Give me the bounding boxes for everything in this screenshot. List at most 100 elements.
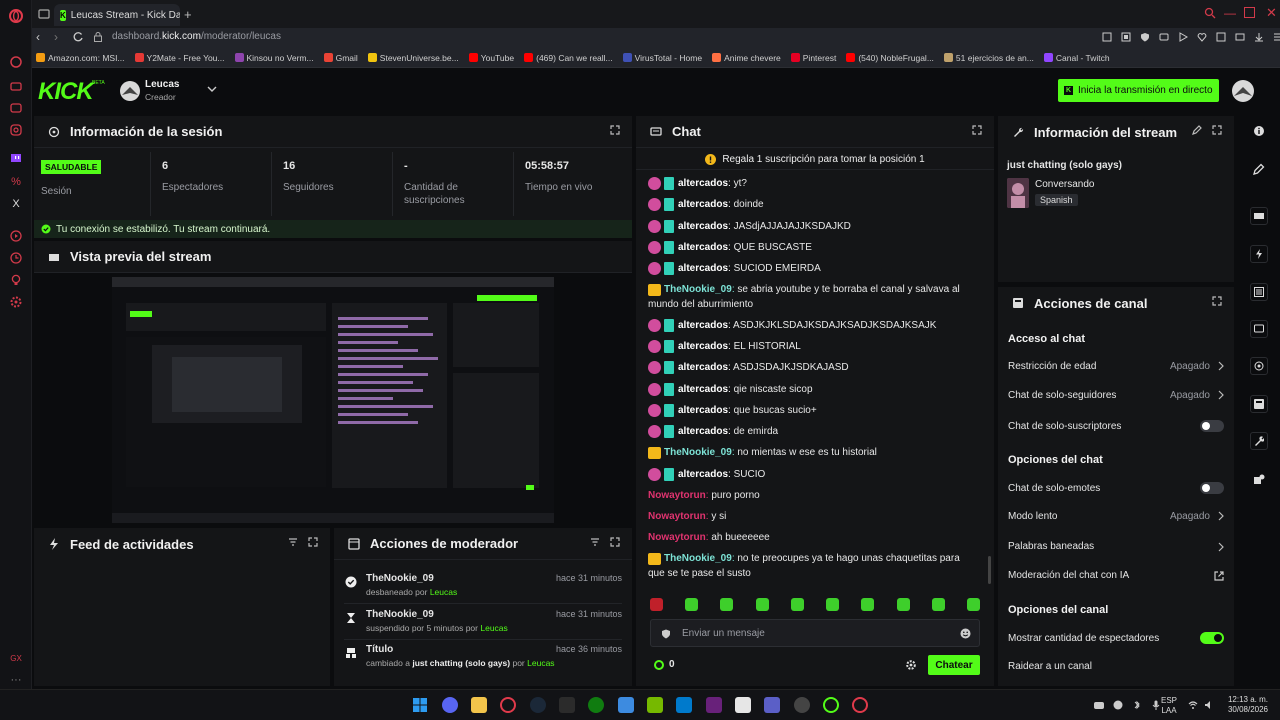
chat-username[interactable]: TheNookie_09	[664, 447, 732, 458]
emote-icon[interactable]	[685, 598, 699, 611]
chat-message[interactable]: altercados: EL HISTORIAL	[648, 339, 976, 354]
visual-studio-icon[interactable]	[706, 697, 722, 713]
bookmark-item[interactable]: YouTube	[468, 53, 514, 63]
epic-games-icon[interactable]	[559, 697, 575, 713]
emote-icon[interactable]	[720, 598, 734, 611]
emoji-icon[interactable]	[960, 628, 971, 639]
ai-moderation-row[interactable]: Moderación del chat con IA	[1008, 570, 1224, 581]
chat-username[interactable]: Nowaytorun	[648, 511, 706, 522]
emote-icon[interactable]	[931, 598, 945, 611]
gear-icon[interactable]	[906, 660, 916, 670]
bookmark-item[interactable]: (469) Can we reall...	[524, 53, 613, 63]
emote-icon[interactable]	[650, 598, 663, 611]
tab-menu-icon[interactable]	[38, 8, 50, 20]
emote-icon[interactable]	[966, 598, 980, 611]
chat-username[interactable]: altercados	[678, 341, 728, 352]
search-tabs-icon[interactable]	[1204, 7, 1216, 19]
chat-message[interactable]: altercados: SUCIOD EMEIRDA	[648, 261, 976, 276]
video-icon[interactable]	[1250, 207, 1268, 225]
chat-username[interactable]: altercados	[678, 426, 728, 437]
chevron-down-icon[interactable]	[207, 84, 217, 94]
messenger-icon[interactable]	[8, 100, 24, 116]
expand-icon[interactable]	[972, 125, 982, 135]
edit-icon[interactable]	[1250, 160, 1268, 178]
chat-username[interactable]: altercados	[678, 405, 728, 416]
xbox-icon[interactable]	[588, 697, 604, 713]
chat-message[interactable]: altercados: que bsucas sucio+	[648, 403, 976, 418]
chat-message[interactable]: altercados: ASDJSDAJKJSDKAJASD	[648, 360, 976, 375]
forward-icon[interactable]: ›	[54, 30, 58, 44]
banned-words-row[interactable]: Palabras baneadas	[1008, 541, 1224, 552]
opera-logo-icon[interactable]	[8, 8, 24, 24]
emote-icon[interactable]	[790, 598, 804, 611]
chat-message[interactable]: TheNookie_09: se abria youtube y te borr…	[648, 282, 976, 312]
opera-gx-icon[interactable]	[500, 697, 516, 713]
extensions-icon[interactable]	[1216, 32, 1226, 42]
download-icon[interactable]	[1254, 32, 1264, 42]
maximize-icon[interactable]	[1244, 7, 1255, 18]
pinned-banner[interactable]: Regala 1 suscripción para tomar la posic…	[636, 150, 994, 170]
raid-row[interactable]: Raidear a un canal	[1008, 661, 1224, 672]
url-field[interactable]: dashboard.kick.com/moderator/leucas	[112, 31, 281, 42]
x-twitter-icon[interactable]: X	[8, 196, 24, 212]
bookmark-item[interactable]: Y2Mate - Free You...	[134, 53, 225, 63]
bookmark-item[interactable]: StevenUniverse.be...	[367, 53, 459, 63]
chat-message[interactable]: altercados: QUE BUSCASTE	[648, 240, 976, 255]
menu-icon[interactable]	[1273, 32, 1280, 42]
chat-username[interactable]: TheNookie_09	[664, 284, 732, 295]
expand-icon[interactable]	[308, 537, 318, 547]
emote-icon[interactable]	[755, 598, 769, 611]
opera-gx-active-icon[interactable]	[852, 697, 868, 713]
chat-username[interactable]: Nowaytorun	[648, 532, 706, 543]
list-icon[interactable]	[1250, 283, 1268, 301]
chat-message[interactable]: altercados: yt?	[648, 176, 976, 191]
chat-scrollbar[interactable]	[988, 556, 991, 584]
stream-video[interactable]	[112, 277, 554, 523]
chat-message[interactable]: altercados: JASdjAJJAJAJJKSDAJKD	[648, 219, 976, 234]
chat-username[interactable]: altercados	[678, 263, 728, 274]
wrench-icon[interactable]	[1250, 432, 1268, 450]
chat-username[interactable]: altercados	[678, 469, 728, 480]
profile-avatar[interactable]	[1232, 80, 1254, 102]
vscode-icon[interactable]	[676, 697, 692, 713]
chat-username[interactable]: altercados	[678, 221, 728, 232]
bookmark-item[interactable]: Anime chevere	[712, 53, 781, 63]
instagram-icon[interactable]	[8, 122, 24, 138]
mod-action-by[interactable]: Leucas	[527, 658, 554, 668]
bolt-icon[interactable]	[1250, 245, 1268, 263]
followers-only-row[interactable]: Chat de solo-seguidores Apagado	[1008, 390, 1224, 401]
info-icon[interactable]	[1250, 122, 1268, 140]
bookmark-item[interactable]: (540) NobleFrugal...	[846, 53, 934, 63]
kick-logo[interactable]: KICK BETA	[38, 78, 105, 106]
shield-icon[interactable]	[1140, 32, 1150, 42]
player-icon[interactable]	[8, 228, 24, 244]
subs-only-toggle[interactable]	[1200, 420, 1224, 432]
mod-action-user[interactable]: TheNookie_09	[366, 573, 434, 584]
filter-icon[interactable]	[288, 537, 298, 547]
filter-icon[interactable]	[590, 537, 600, 547]
reload-icon[interactable]	[72, 31, 84, 43]
tab-kick-dashboard[interactable]: K Leucas Stream - Kick Dashb	[54, 4, 180, 26]
chat-message[interactable]: Nowaytorun: y si	[648, 509, 976, 524]
age-restriction-row[interactable]: Restricción de edad Apagado	[1008, 361, 1224, 372]
history-icon[interactable]	[8, 250, 24, 266]
chat-username[interactable]: altercados	[678, 242, 728, 253]
emote-icon[interactable]	[896, 598, 910, 611]
go-live-button[interactable]: K Inicia la transmisión en directo	[1058, 79, 1219, 102]
target-icon[interactable]	[1250, 357, 1268, 375]
emotes-only-toggle[interactable]	[1200, 482, 1224, 494]
feed-icon[interactable]: GX	[8, 650, 24, 666]
chat-message[interactable]: altercados: ASDJKJKLSDAJKSDAJKSADJKSDAJK…	[648, 318, 976, 333]
chat-message[interactable]: altercados: qie niscaste sicop	[648, 382, 976, 397]
send-chat-button[interactable]: Chatear	[928, 655, 980, 675]
mod-action-by[interactable]: Leucas	[430, 587, 457, 597]
chat-icon[interactable]	[1250, 320, 1268, 338]
chat-message[interactable]: altercados: de emirda	[648, 424, 976, 439]
expand-icon[interactable]	[1212, 125, 1222, 135]
chat-username[interactable]: altercados	[678, 199, 728, 210]
points-icon[interactable]	[654, 660, 664, 670]
bluetooth-icon[interactable]	[1132, 700, 1142, 710]
chat-username[interactable]: altercados	[678, 362, 728, 373]
new-tab-icon[interactable]: +	[184, 7, 192, 22]
chat-message[interactable]: Nowaytorun: puro porno	[648, 488, 976, 503]
